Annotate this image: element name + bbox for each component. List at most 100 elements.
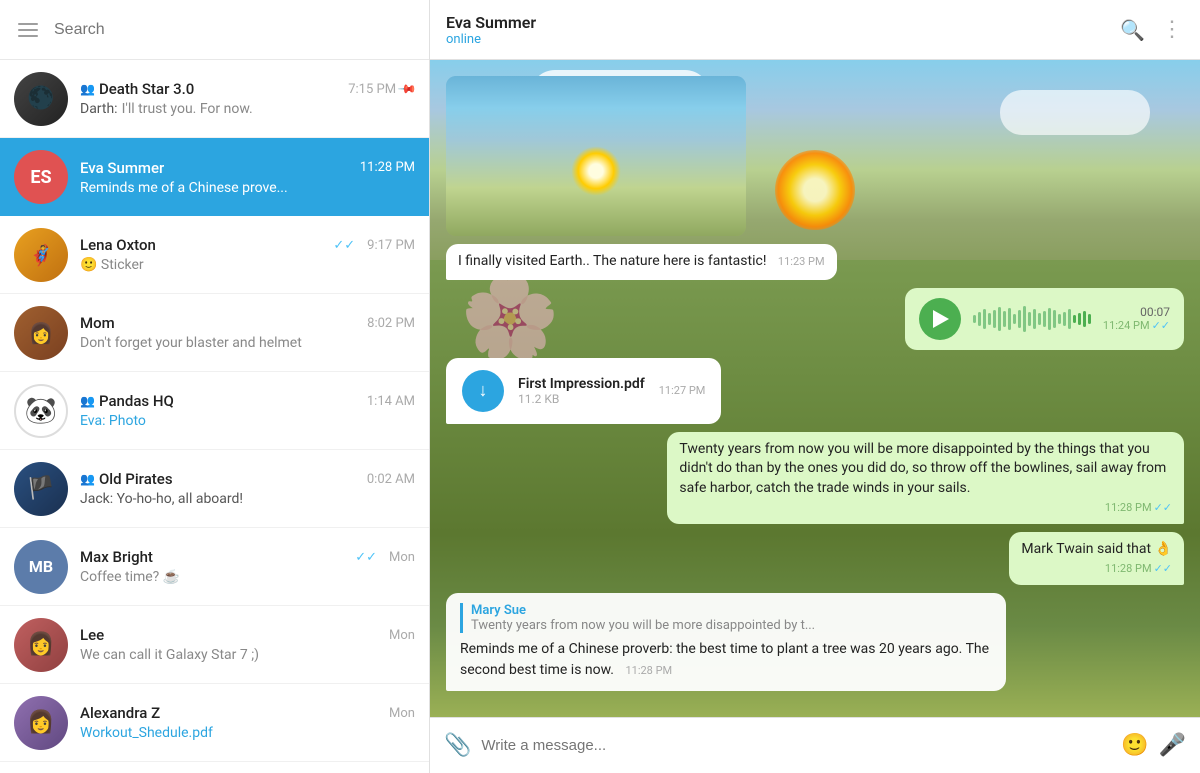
chat-name-death-star: 👥 Death Star 3.0 [80, 80, 194, 98]
group-icon-pandas: 👥 [80, 394, 95, 408]
chat-item-lee[interactable]: 👩 Lee Mon We can call it Galaxy Star 7 ;… [0, 606, 429, 684]
double-check-max: ✓✓ [355, 550, 377, 565]
chat-preview-death-star: Darth: I'll trust you. For now. [80, 101, 415, 117]
chat-item-max-bright[interactable]: MB Max Bright ✓✓ Mon Coffee time? ☕ [0, 528, 429, 606]
avatar-alexandra-z: 👩 [14, 696, 68, 750]
chat-name-eva-summer: Eva Summer [80, 159, 164, 177]
quote-main-text: Reminds me of a Chinese proverb: the bes… [460, 639, 992, 681]
quote-text: Twenty years from now you will be more d… [471, 618, 992, 633]
chat-item-pandas-hq[interactable]: 🐼 👥 Pandas HQ 1:14 AM Eva: Photo [0, 372, 429, 450]
download-button[interactable]: ↓ [462, 370, 504, 412]
play-button[interactable] [919, 298, 961, 340]
chat-item-eva-summer[interactable]: ES Eva Summer 11:28 PM Reminds me of a C… [0, 138, 429, 216]
search-icon[interactable]: 🔍 [1120, 18, 1145, 42]
msg-bubble-text2: Twenty years from now you will be more d… [667, 432, 1184, 524]
quote-sender: Mary Sue [471, 603, 992, 618]
msg-bubble-text1: I finally visited Earth.. The nature her… [446, 244, 837, 280]
msg-bubble-voice: 00:07 11:24 PM ✓✓ [905, 288, 1184, 350]
chat-item-mom[interactable]: 👩 Mom 8:02 PM Don't forget your blaster … [0, 294, 429, 372]
chat-name-alexandra-z: Alexandra Z [80, 704, 160, 722]
photo-sun [571, 146, 621, 196]
emoji-icon[interactable]: 🙂 [1121, 733, 1148, 758]
voice-waveform [973, 306, 1091, 332]
group-icon-pirates: 👥 [80, 472, 95, 486]
voice-check: ✓✓ [1152, 319, 1170, 332]
text3-check: ✓✓ [1154, 561, 1172, 576]
chat-name-lee: Lee [80, 626, 104, 644]
mic-icon[interactable]: 🎤 [1159, 733, 1186, 758]
messages-container: I finally visited Earth.. The nature her… [446, 76, 1184, 699]
chat-panel: Eva Summer online 🔍 ⋮ 🌸 [430, 0, 1200, 773]
hamburger-menu[interactable] [12, 17, 44, 43]
chat-time-eva-summer: 11:28 PM [360, 160, 415, 175]
chat-time-mom: 8:02 PM [367, 316, 415, 331]
text3-time: 11:28 PM [1105, 561, 1152, 576]
messages-area: 🌸 I finally visited Earth.. The nature h… [430, 60, 1200, 717]
chat-name-lena-oxton: Lena Oxton [80, 236, 156, 254]
msg-row-photo [446, 76, 1184, 236]
download-icon: ↓ [479, 380, 488, 401]
chat-preview-pandas-hq: Eva: Photo [80, 413, 415, 429]
double-check-lena: ✓✓ [333, 238, 355, 253]
msg-bubble-file: ↓ First Impression.pdf 11.2 KB 11:27 PM [446, 358, 721, 424]
chat-preview-mom: Don't forget your blaster and helmet [80, 335, 415, 351]
group-icon-death-star: 👥 [80, 82, 95, 96]
avatar-death-star: 🌑 [14, 72, 68, 126]
avatar-eva-summer: ES [14, 150, 68, 204]
avatar-max-bright: MB [14, 540, 68, 594]
chat-preview-alexandra-z: Workout_Shedule.pdf [80, 725, 415, 741]
photo-message [446, 76, 746, 236]
message-input[interactable] [481, 737, 1111, 754]
msg-row-file: ↓ First Impression.pdf 11.2 KB 11:27 PM [446, 358, 1184, 424]
file-size: 11.2 KB [518, 392, 645, 406]
chat-item-alexandra-z[interactable]: 👩 Alexandra Z Mon Workout_Shedule.pdf [0, 684, 429, 762]
avatar-old-pirates: 🏴 [14, 462, 68, 516]
chat-name-max-bright: Max Bright [80, 548, 153, 566]
msg-row-text2: Twenty years from now you will be more d… [446, 432, 1184, 524]
chat-preview-max-bright: Coffee time? ☕ [80, 569, 415, 585]
input-bar: 📎 🙂 🎤 [430, 717, 1200, 773]
attach-icon[interactable]: 📎 [444, 733, 471, 758]
voice-time: 11:24 PM [1103, 319, 1150, 332]
avatar-pandas-hq: 🐼 [14, 384, 68, 438]
file-time: 11:27 PM [659, 384, 706, 397]
msg-row-quote: Mary Sue Twenty years from now you will … [446, 593, 1184, 691]
chat-time-old-pirates: 0:02 AM [367, 472, 415, 487]
avatar-lena-oxton: 🦸 [14, 228, 68, 282]
avatar-lee: 👩 [14, 618, 68, 672]
msg-bubble-text3: Mark Twain said that 👌 11:28 PM ✓✓ [1009, 532, 1184, 585]
sidebar: 🌑 👥 Death Star 3.0 7:15 PM 📌 Darth: I'll… [0, 0, 430, 773]
msg-row-text1: I finally visited Earth.. The nature her… [446, 244, 1184, 280]
chat-item-death-star[interactable]: 🌑 👥 Death Star 3.0 7:15 PM 📌 Darth: I'll… [0, 60, 429, 138]
msg-bubble-quote: Mary Sue Twenty years from now you will … [446, 593, 1006, 691]
sidebar-header [0, 0, 429, 60]
chat-name-old-pirates: 👥 Old Pirates [80, 470, 173, 488]
chat-time-lee: Mon [389, 628, 415, 643]
chat-time-lena-oxton: 9:17 PM [367, 238, 415, 253]
text2-check: ✓✓ [1154, 500, 1172, 515]
chat-item-old-pirates[interactable]: 🏴 👥 Old Pirates 0:02 AM Jack: Yo-ho-ho, … [0, 450, 429, 528]
chat-time-alexandra-z: Mon [389, 706, 415, 721]
msg-row-voice: 00:07 11:24 PM ✓✓ [446, 288, 1184, 350]
chat-header: Eva Summer online 🔍 ⋮ [430, 0, 1200, 60]
chat-name-pandas-hq: 👥 Pandas HQ [80, 392, 174, 410]
chat-name-mom: Mom [80, 314, 115, 332]
play-icon [933, 310, 949, 328]
chat-preview-lena-oxton: 🙂 Sticker [80, 257, 415, 273]
file-name: First Impression.pdf [518, 376, 645, 392]
search-input[interactable] [54, 21, 417, 39]
chat-preview-eva-summer: Reminds me of a Chinese prove... [80, 180, 415, 196]
voice-duration: 00:07 [1140, 305, 1170, 319]
chat-list: 🌑 👥 Death Star 3.0 7:15 PM 📌 Darth: I'll… [0, 60, 429, 773]
chat-header-name: Eva Summer [446, 13, 1120, 32]
chat-item-lena-oxton[interactable]: 🦸 Lena Oxton ✓✓ 9:17 PM 🙂 Sticker [0, 216, 429, 294]
chat-preview-old-pirates: Jack: Yo-ho-ho, all aboard! [80, 491, 415, 507]
more-options-icon[interactable]: ⋮ [1161, 17, 1184, 42]
text2-time: 11:28 PM [1105, 500, 1152, 515]
chat-time-death-star: 7:15 PM [348, 82, 396, 97]
msg-row-text3: Mark Twain said that 👌 11:28 PM ✓✓ [446, 532, 1184, 585]
chat-time-pandas-hq: 1:14 AM [367, 394, 415, 409]
avatar-mom: 👩 [14, 306, 68, 360]
chat-preview-lee: We can call it Galaxy Star 7 ;) [80, 647, 415, 663]
pin-icon: 📌 [397, 79, 417, 99]
